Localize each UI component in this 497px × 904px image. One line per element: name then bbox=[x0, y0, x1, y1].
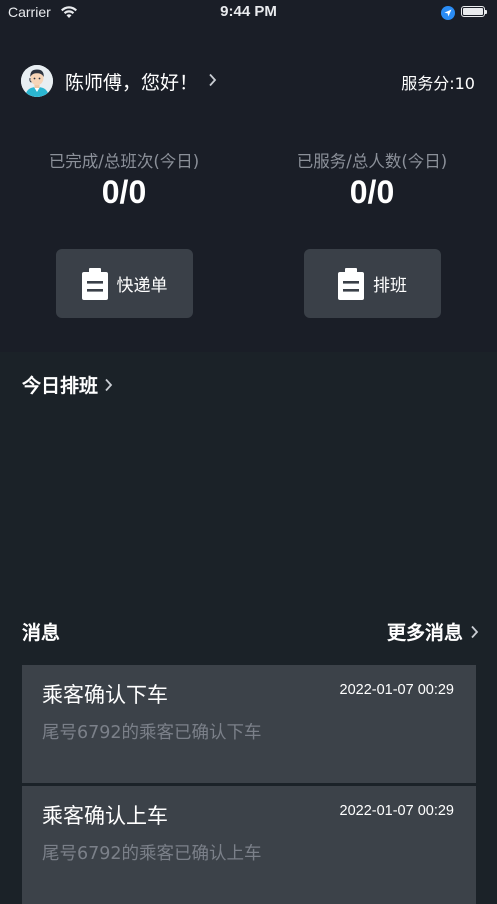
message-time: 2022-01-07 00:29 bbox=[339, 682, 455, 698]
today-schedule-title: 今日排班 bbox=[22, 375, 99, 397]
served-passengers-label: 已服务/总人数(今日) bbox=[296, 152, 448, 171]
completed-shifts-value: 0/0 bbox=[101, 174, 147, 210]
location-arrow-icon bbox=[441, 5, 455, 24]
express-order-button[interactable]: 快递单 bbox=[56, 249, 193, 318]
profile-greeting-link[interactable]: 陈师傅，您好！ bbox=[21, 64, 217, 98]
clock: 9:44 PM bbox=[220, 3, 277, 20]
chevron-right-icon bbox=[104, 378, 113, 392]
message-time: 2022-01-07 00:29 bbox=[339, 803, 455, 819]
messages-title: 消息 bbox=[22, 622, 61, 644]
status-bar: Carrier 9:44 PM bbox=[0, 0, 497, 26]
clipboard-icon bbox=[338, 267, 364, 300]
message-title: 乘客确认上车 bbox=[42, 804, 168, 828]
served-passengers-stat: 已服务/总人数(今日) 0/0 bbox=[272, 148, 472, 211]
message-card[interactable]: 乘客确认下车 2022-01-07 00:29 尾号6792的乘客已确认下车 bbox=[22, 665, 476, 783]
completed-shifts-stat: 已完成/总班次(今日) 0/0 bbox=[24, 148, 224, 211]
chevron-right-icon bbox=[470, 625, 479, 639]
more-messages-label: 更多消息 bbox=[386, 622, 463, 644]
served-passengers-value: 0/0 bbox=[349, 174, 395, 210]
greeting-text: 陈师傅，您好！ bbox=[65, 71, 199, 94]
more-messages-link[interactable]: 更多消息 bbox=[387, 618, 479, 645]
express-order-label: 快递单 bbox=[116, 276, 168, 296]
message-title: 乘客确认下车 bbox=[42, 683, 168, 707]
driver-avatar bbox=[21, 65, 53, 97]
chevron-right-icon bbox=[208, 72, 217, 91]
message-card[interactable]: 乘客确认上车 2022-01-07 00:29 尾号6792的乘客已确认上车 bbox=[22, 786, 476, 904]
clipboard-icon bbox=[81, 267, 108, 300]
schedule-button[interactable]: 排班 bbox=[304, 249, 441, 318]
completed-shifts-label: 已完成/总班次(今日) bbox=[48, 152, 200, 171]
schedule-label: 排班 bbox=[373, 276, 407, 296]
today-schedule-link[interactable]: 今日排班 bbox=[22, 371, 113, 398]
service-score: 服务分:10 bbox=[401, 74, 475, 93]
driver-summary-panel: 陈师傅，您好！ 服务分:10 已完成/总班次(今日) 0/0 已服务/总人数(今… bbox=[0, 26, 497, 352]
message-desc: 尾号6792的乘客已确认上车 bbox=[42, 844, 262, 864]
battery-icon bbox=[461, 6, 487, 17]
message-desc: 尾号6792的乘客已确认下车 bbox=[42, 723, 262, 743]
